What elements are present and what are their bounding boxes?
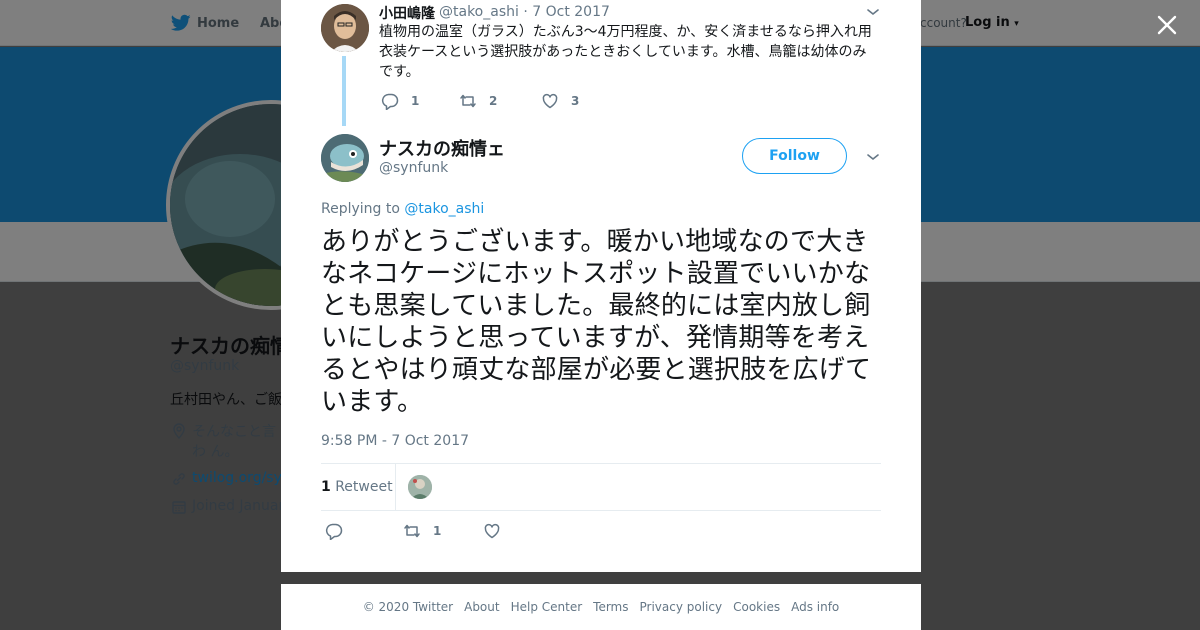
footer-privacy-link[interactable]: Privacy policy bbox=[640, 600, 723, 614]
stats-divider bbox=[395, 464, 396, 510]
parent-tweet-avatar[interactable] bbox=[321, 4, 369, 52]
thread-connector-line bbox=[342, 56, 346, 126]
parent-reply-button[interactable]: 1 bbox=[381, 92, 419, 110]
main-retweet-count: 1 bbox=[433, 524, 442, 538]
retweet-icon bbox=[460, 94, 476, 108]
parent-retweet-button[interactable]: 2 bbox=[459, 92, 497, 110]
parent-tweet-handle-date: @tako_ashi · 7 Oct 2017 bbox=[439, 4, 610, 20]
parent-like-button[interactable]: 3 bbox=[541, 92, 579, 110]
parent-tweet-menu-chevron-icon[interactable] bbox=[866, 7, 880, 17]
footer-copyright: © 2020 Twitter bbox=[362, 600, 454, 614]
follow-button[interactable]: Follow bbox=[742, 138, 847, 174]
retweet-stat-count: 1 bbox=[321, 479, 331, 495]
parent-avatar-image bbox=[321, 4, 369, 52]
main-avatar-image bbox=[321, 134, 369, 182]
modal-footer: © 2020 Twitter About Help Center Terms P… bbox=[281, 584, 921, 630]
parent-tweet-author-name[interactable]: 小田嶋隆 bbox=[379, 3, 435, 23]
main-like-button[interactable] bbox=[483, 522, 513, 540]
parent-tweet-handle[interactable]: @tako_ashi bbox=[439, 4, 519, 20]
main-tweet-author-name[interactable]: ナスカの痴情ェ bbox=[379, 135, 505, 161]
main-tweet-avatar[interactable] bbox=[321, 134, 369, 182]
main-reply-button[interactable] bbox=[325, 522, 355, 540]
tweet-permalink-modal: 小田嶋隆 @tako_ashi · 7 Oct 2017 植物用の温室（ガラス）… bbox=[281, 0, 921, 572]
footer-cookies-link[interactable]: Cookies bbox=[733, 600, 780, 614]
heart-icon bbox=[542, 93, 558, 109]
parent-like-count: 3 bbox=[571, 94, 580, 108]
reply-icon bbox=[381, 93, 399, 110]
main-tweet-timestamp[interactable]: 9:58 PM - 7 Oct 2017 bbox=[321, 433, 469, 449]
replying-to-line: Replying to @tako_ashi bbox=[321, 201, 484, 217]
main-tweet-handle[interactable]: @synfunk bbox=[379, 160, 448, 176]
main-retweet-button[interactable]: 1 bbox=[403, 522, 441, 540]
replying-to-handle-link[interactable]: @tako_ashi bbox=[404, 201, 484, 217]
parent-tweet-text: 植物用の温室（ガラス）たぶん3〜4万円程度、か、安く済ませるなら押入れ用衣装ケー… bbox=[379, 24, 872, 80]
retweet-stat-link[interactable]: 1 Retweet bbox=[321, 479, 393, 495]
tweet-stats-bar: 1 Retweet bbox=[321, 463, 881, 511]
main-tweet-text: ありがとうございます。暖かい地域なので大きなネコケージにホットスポット設置でいい… bbox=[321, 227, 872, 417]
heart-icon bbox=[484, 523, 500, 539]
footer-terms-link[interactable]: Terms bbox=[593, 600, 628, 614]
footer-help-center-link[interactable]: Help Center bbox=[511, 600, 583, 614]
retweet-stat-label: Retweet bbox=[335, 479, 393, 495]
close-icon[interactable] bbox=[1154, 12, 1180, 38]
footer-ads-info-link[interactable]: Ads info bbox=[791, 600, 839, 614]
parent-retweet-count: 2 bbox=[489, 94, 498, 108]
main-tweet-menu-chevron-icon[interactable] bbox=[866, 152, 880, 162]
retweet-icon bbox=[404, 524, 420, 538]
retweeter-avatar-image bbox=[408, 475, 432, 499]
retweeter-avatar[interactable] bbox=[408, 475, 432, 499]
footer-about-link[interactable]: About bbox=[464, 600, 499, 614]
reply-icon bbox=[325, 523, 343, 540]
parent-reply-count: 1 bbox=[411, 94, 420, 108]
parent-tweet-date[interactable]: · 7 Oct 2017 bbox=[523, 4, 610, 20]
replying-to-prefix: Replying to bbox=[321, 201, 400, 217]
